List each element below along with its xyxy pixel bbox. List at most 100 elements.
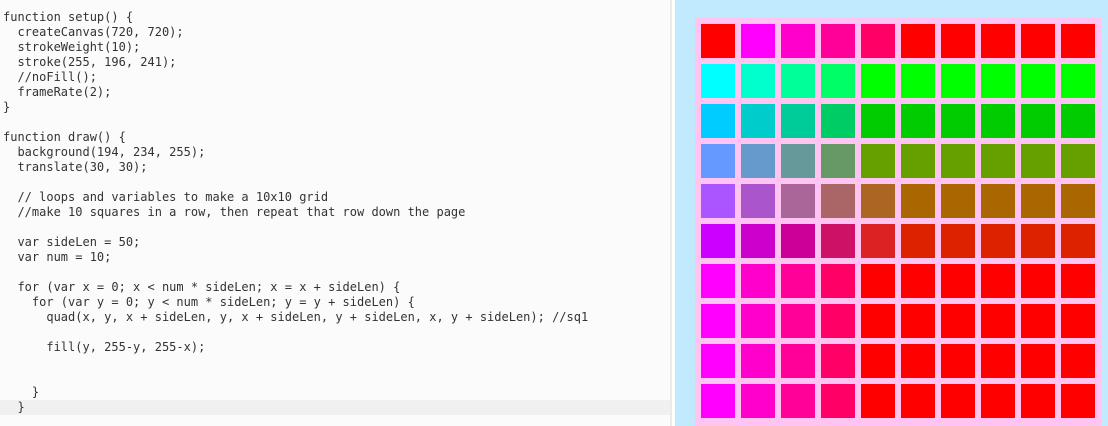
code-line[interactable]: for (var x = 0; x < num * sideLen; x = x…	[3, 280, 670, 295]
code-line[interactable]: var sideLen = 50;	[3, 235, 670, 250]
grid-square	[1061, 384, 1095, 418]
code-line[interactable]	[3, 175, 670, 190]
grid-square	[981, 24, 1015, 58]
sketch-canvas	[695, 18, 1101, 426]
grid-square	[741, 104, 775, 138]
grid-square	[1061, 304, 1095, 338]
code-line[interactable]: //noFill();	[3, 70, 670, 85]
code-line[interactable]	[3, 265, 670, 280]
code-line[interactable]: createCanvas(720, 720);	[3, 25, 670, 40]
grid-square	[861, 304, 895, 338]
grid-square	[1021, 184, 1055, 218]
grid-square	[781, 64, 815, 98]
grid-square	[901, 304, 935, 338]
grid-square	[941, 24, 975, 58]
grid-square	[701, 184, 735, 218]
sketch-preview	[675, 0, 1108, 426]
grid-square	[1061, 224, 1095, 258]
grid-square	[901, 224, 935, 258]
code-line[interactable]: var num = 10;	[3, 250, 670, 265]
grid-square	[1021, 24, 1055, 58]
grid-square	[781, 184, 815, 218]
code-line[interactable]	[3, 115, 670, 130]
code-line[interactable]	[3, 355, 670, 370]
grid-square	[1061, 24, 1095, 58]
code-line[interactable]: }	[0, 400, 670, 415]
grid-square	[861, 344, 895, 378]
pane-divider[interactable]	[670, 0, 672, 426]
grid-square	[981, 304, 1015, 338]
grid-square	[741, 24, 775, 58]
code-line[interactable]: function draw() {	[3, 130, 670, 145]
grid-square	[821, 304, 855, 338]
code-line[interactable]: for (var y = 0; y < num * sideLen; y = y…	[3, 295, 670, 310]
grid-square	[901, 384, 935, 418]
code-text[interactable]: function setup() { createCanvas(720, 720…	[0, 10, 670, 415]
grid-square	[901, 144, 935, 178]
grid-square	[821, 224, 855, 258]
grid-square	[1061, 184, 1095, 218]
grid-square	[861, 24, 895, 58]
grid-square	[821, 184, 855, 218]
code-line[interactable]: translate(30, 30);	[3, 160, 670, 175]
grid-square	[941, 184, 975, 218]
grid-square	[1021, 224, 1055, 258]
code-line[interactable]: frameRate(2);	[3, 85, 670, 100]
grid-square	[741, 224, 775, 258]
code-line[interactable]: stroke(255, 196, 241);	[3, 55, 670, 70]
code-line[interactable]	[3, 370, 670, 385]
code-line[interactable]: strokeWeight(10);	[3, 40, 670, 55]
grid-square	[861, 144, 895, 178]
grid-square	[1021, 304, 1055, 338]
grid-square	[741, 344, 775, 378]
grid-square	[981, 64, 1015, 98]
grid-square	[781, 304, 815, 338]
grid-square	[821, 104, 855, 138]
grid-square	[741, 64, 775, 98]
grid-square	[741, 264, 775, 298]
grid-square	[1021, 64, 1055, 98]
grid-square	[821, 384, 855, 418]
grid-square	[901, 24, 935, 58]
code-line[interactable]	[3, 220, 670, 235]
grid-square	[821, 144, 855, 178]
code-line[interactable]: //make 10 squares in a row, then repeat …	[3, 205, 670, 220]
grid-square	[901, 184, 935, 218]
grid-square	[701, 24, 735, 58]
grid-square	[941, 104, 975, 138]
grid-square	[1061, 144, 1095, 178]
code-line[interactable]: fill(y, 255-y, 255-x);	[3, 340, 670, 355]
grid-square	[981, 184, 1015, 218]
grid-square	[781, 264, 815, 298]
grid-square	[941, 64, 975, 98]
grid-square	[701, 304, 735, 338]
code-line[interactable]: function setup() {	[3, 10, 670, 25]
grid-square	[781, 224, 815, 258]
grid-square	[701, 224, 735, 258]
grid-square	[741, 304, 775, 338]
grid-square	[901, 344, 935, 378]
code-line[interactable]: }	[3, 100, 670, 115]
grid-square	[701, 384, 735, 418]
grid-square	[781, 104, 815, 138]
grid-square	[741, 384, 775, 418]
grid-square	[781, 24, 815, 58]
code-editor[interactable]: function setup() { createCanvas(720, 720…	[0, 0, 672, 426]
grid-square	[1021, 144, 1055, 178]
grid-square	[821, 264, 855, 298]
grid-square	[821, 344, 855, 378]
code-line[interactable]: // loops and variables to make a 10x10 g…	[3, 190, 670, 205]
grid-square	[981, 144, 1015, 178]
grid-square	[901, 64, 935, 98]
grid-square	[861, 264, 895, 298]
code-line[interactable]: quad(x, y, x + sideLen, y, x + sideLen, …	[3, 310, 670, 325]
grid-square	[901, 264, 935, 298]
grid-square	[941, 264, 975, 298]
grid-square	[941, 344, 975, 378]
grid-square	[701, 144, 735, 178]
grid-square	[701, 264, 735, 298]
code-line[interactable]: }	[3, 385, 670, 400]
code-line[interactable]	[3, 325, 670, 340]
code-line[interactable]: background(194, 234, 255);	[3, 145, 670, 160]
grid-square	[1021, 104, 1055, 138]
